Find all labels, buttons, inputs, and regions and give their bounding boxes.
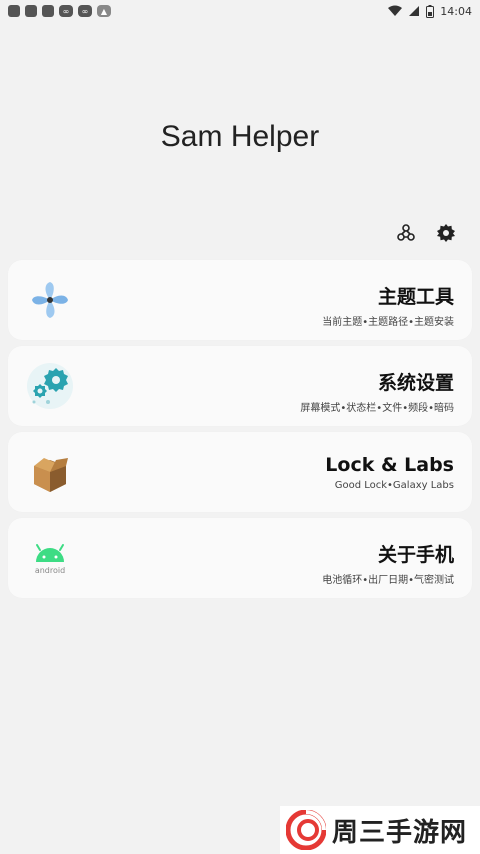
card-subtitle: 屏幕模式•状态栏•文件•频段•暗码: [300, 403, 454, 414]
signal-icon: [409, 6, 420, 16]
card-title: 主题工具: [377, 286, 454, 308]
card-text: Lock & Labs Good Lock•Galaxy Labs: [325, 454, 454, 491]
notification-icons: ∞ ∞ ▲: [8, 5, 111, 17]
system-settings-card[interactable]: 系统设置 屏幕模式•状态栏•文件•频段•暗码: [8, 346, 472, 426]
toolbar: [396, 223, 456, 243]
card-subtitle: 当前主题•主题路径•主题安装: [322, 317, 454, 328]
battery-icon: [426, 4, 435, 18]
card-subtitle: Good Lock•Galaxy Labs: [334, 480, 454, 491]
notification-icon: [25, 5, 37, 17]
status-time: 14:04: [440, 4, 472, 18]
status-bar: ∞ ∞ ▲ 14:04: [0, 0, 480, 22]
card-title: 系统设置: [377, 372, 454, 394]
card-subtitle: 电池循环•出厂日期•气密测试: [322, 575, 454, 586]
android-icon: android: [35, 544, 65, 575]
wifi-icon: [388, 5, 403, 16]
link-icon: ∞: [59, 5, 73, 17]
card-title: 关于手机: [377, 544, 454, 566]
watermark-logo-icon: [286, 810, 326, 850]
card-text: 主题工具 当前主题•主题路径•主题安装: [322, 282, 454, 328]
notification-icon: [42, 5, 54, 17]
image-icon: ▲: [97, 5, 111, 17]
card-text: 关于手机 电池循环•出厂日期•气密测试: [322, 540, 454, 586]
fan-icon: [32, 282, 68, 318]
card-title: Lock & Labs: [325, 454, 454, 476]
app-title: Sam Helper: [160, 120, 320, 153]
watermark: 周三手游网: [280, 806, 480, 854]
card-text: 系统设置 屏幕模式•状态栏•文件•频段•暗码: [300, 368, 454, 414]
status-right: 14:04: [388, 4, 472, 18]
gears-icon: [27, 363, 73, 409]
about-phone-card[interactable]: android 关于手机 电池循环•出厂日期•气密测试: [8, 518, 472, 598]
theme-tools-card[interactable]: 主题工具 当前主题•主题路径•主题安装: [8, 260, 472, 340]
lock-labs-card[interactable]: Lock & Labs Good Lock•Galaxy Labs: [8, 432, 472, 512]
gear-icon[interactable]: [436, 223, 456, 243]
labs-icon[interactable]: [396, 223, 416, 243]
box-icon: [34, 458, 68, 492]
svg-text:android: android: [35, 566, 65, 575]
link-icon: ∞: [78, 5, 92, 17]
notification-icon: [8, 5, 20, 17]
watermark-text: 周三手游网: [332, 817, 468, 848]
